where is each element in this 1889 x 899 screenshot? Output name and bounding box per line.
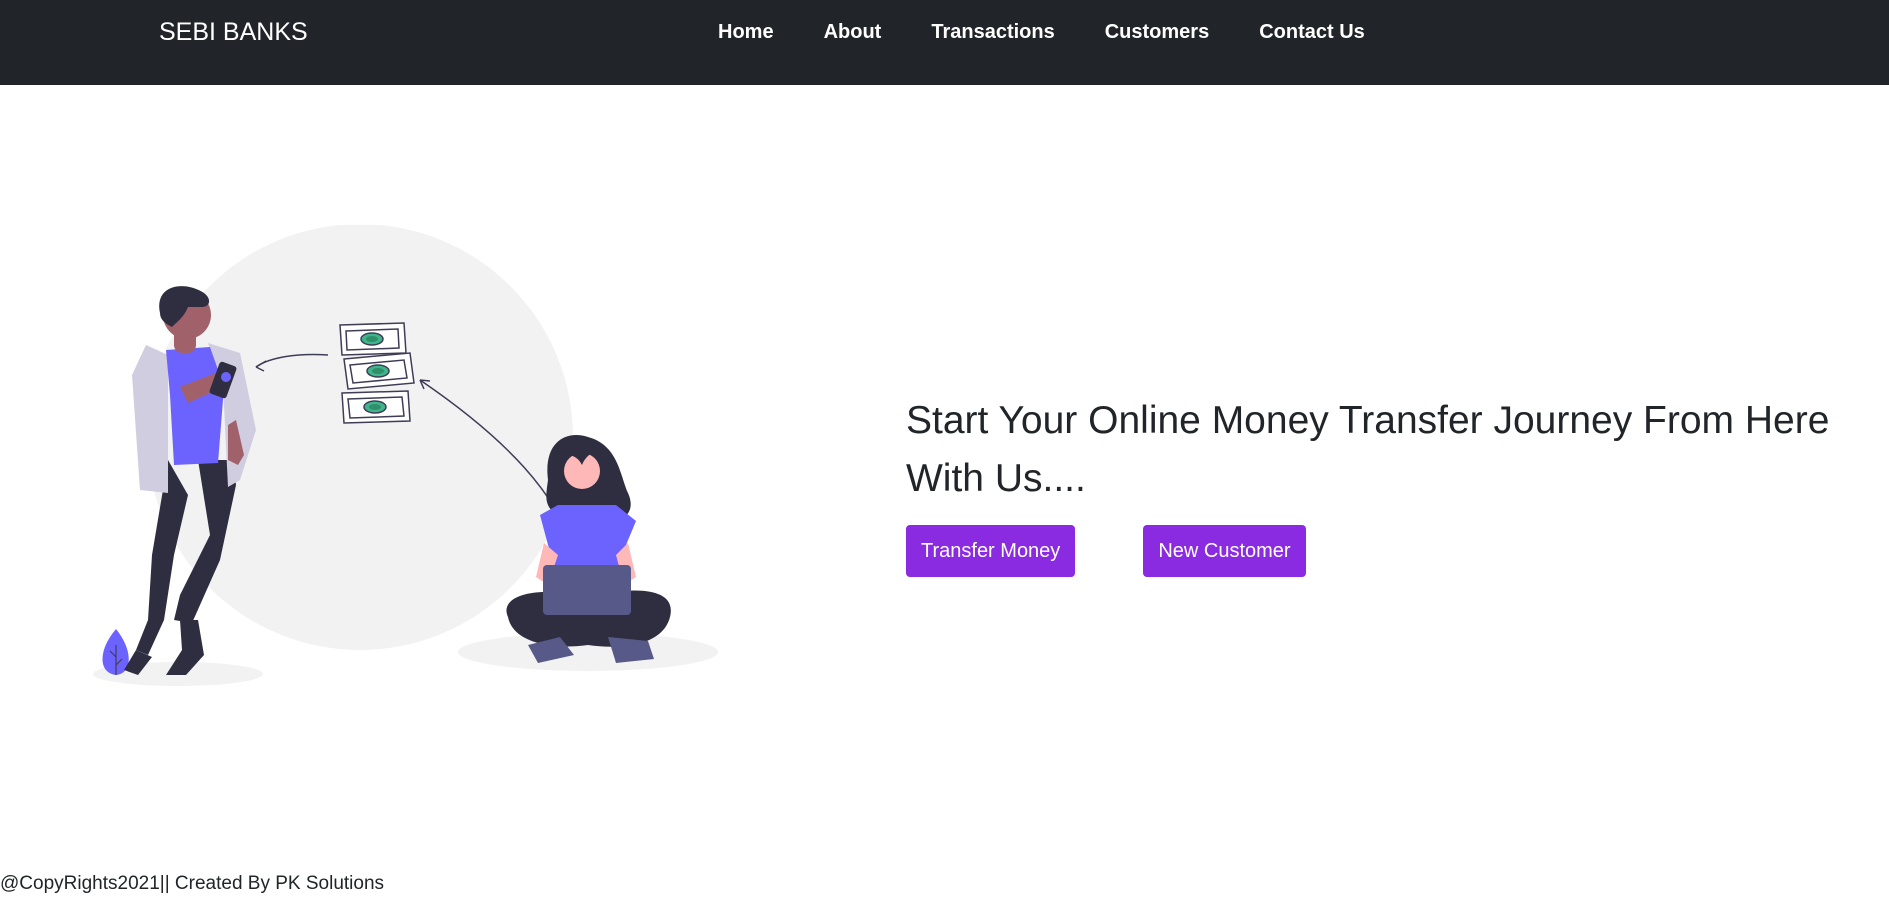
nav-item-customers: Customers (1105, 20, 1209, 44)
new-customer-button[interactable]: New Customer (1143, 525, 1306, 577)
nav-item-contact: Contact Us (1259, 20, 1365, 44)
money-transfer-illustration (88, 224, 728, 695)
hero-button-row: Transfer Money New Customer (906, 525, 1881, 577)
nav-link-contact-us[interactable]: Contact Us (1259, 21, 1365, 43)
nav-item-home: Home (718, 20, 774, 44)
nav-link-about[interactable]: About (824, 21, 882, 43)
nav-link-home[interactable]: Home (718, 21, 774, 43)
top-navbar: SEBI BANKS Home About Transactions Custo… (0, 0, 1889, 85)
nav-menu: Home About Transactions Customers Contac… (718, 20, 1415, 44)
nav-link-customers[interactable]: Customers (1105, 21, 1209, 43)
laptop-icon (543, 565, 631, 615)
hero-section: Start Your Online Money Transfer Journey… (906, 392, 1881, 577)
brand-logo-link[interactable]: SEBI BANKS (159, 17, 308, 47)
money-bills-icon (339, 322, 415, 424)
nav-item-transactions: Transactions (931, 20, 1054, 44)
transfer-money-button[interactable]: Transfer Money (906, 525, 1076, 577)
hero-heading: Start Your Online Money Transfer Journey… (906, 399, 1830, 500)
footer-copyright: @CopyRights2021|| Created By PK Solution… (0, 873, 385, 894)
nav-link-transactions[interactable]: Transactions (931, 21, 1054, 43)
nav-item-about: About (824, 20, 882, 44)
plant-icon (102, 629, 129, 675)
